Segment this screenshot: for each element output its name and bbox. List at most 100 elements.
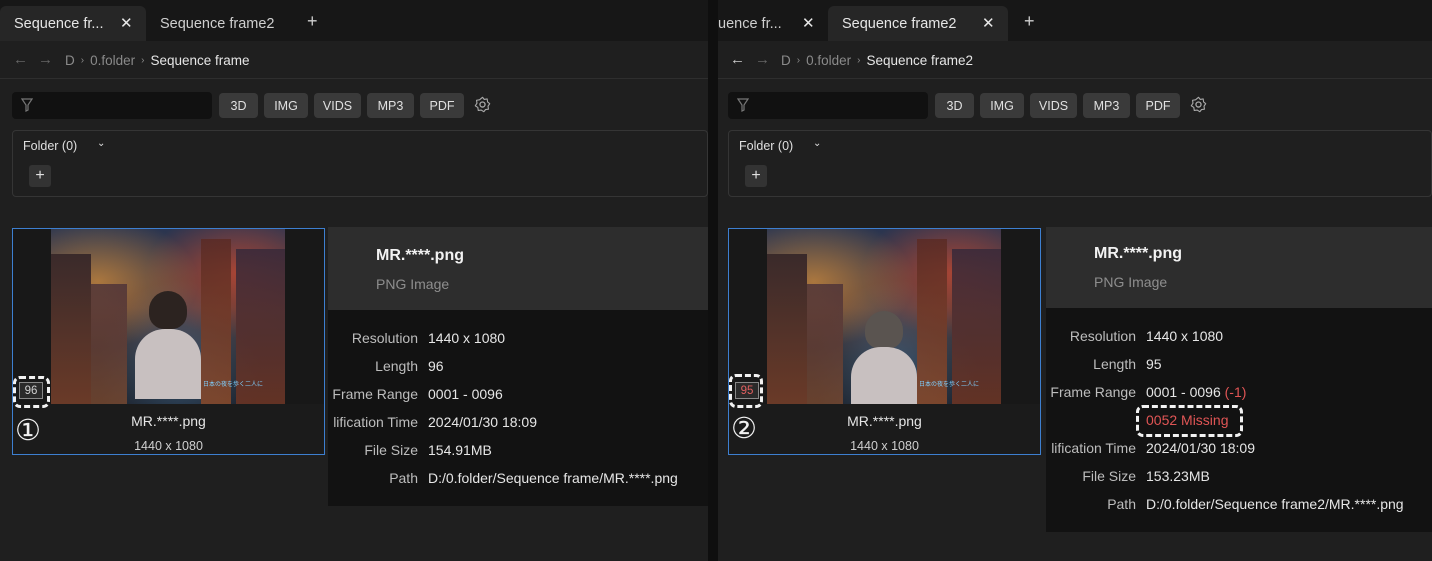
figure-head bbox=[865, 311, 903, 349]
label-wrap: Frame Range bbox=[1046, 384, 1136, 404]
filter-pdf-button[interactable]: PDF bbox=[420, 93, 464, 118]
filter-3d-button[interactable]: 3D bbox=[219, 93, 258, 118]
tab-sequence-frame2[interactable]: Sequence frame2 bbox=[146, 6, 294, 41]
value-resolution: 1440 x 1080 bbox=[428, 330, 506, 346]
label-file-size: File Size bbox=[1082, 468, 1136, 484]
breadcrumb-item[interactable]: D bbox=[781, 53, 791, 68]
file-card[interactable]: 日本の夜を歩く二人に 95 ② MR.****.png 1440 x 1080 bbox=[728, 228, 1041, 455]
folder-label[interactable]: Folder (0) bbox=[23, 139, 77, 153]
thumbnail-caption: 日本の夜を歩く二人に bbox=[203, 382, 264, 388]
forward-arrow-icon[interactable]: → bbox=[38, 51, 53, 68]
value-modification-time: 2024/01/30 18:09 bbox=[1146, 440, 1255, 456]
value-length: 95 bbox=[1146, 356, 1162, 372]
value-path[interactable]: D:/0.folder/Sequence frame/MR.****.png bbox=[428, 470, 678, 486]
filter-img-button[interactable]: IMG bbox=[980, 93, 1024, 118]
building bbox=[807, 284, 843, 404]
filter-icon bbox=[737, 98, 749, 112]
tab-label: uence fr... bbox=[718, 15, 782, 32]
tab-bar: Sequence fr... ✕ Sequence frame2 + bbox=[0, 0, 708, 41]
forward-arrow-icon[interactable]: → bbox=[755, 51, 770, 68]
label-wrap: File Size bbox=[1046, 468, 1136, 488]
chevron-down-icon[interactable]: ⌄ bbox=[813, 138, 821, 149]
filter-icon bbox=[21, 98, 33, 112]
label-resolution: Resolution bbox=[1069, 328, 1136, 344]
breadcrumb: D › 0.folder › Sequence frame2 bbox=[781, 53, 973, 68]
frame-range-diff: (-1) bbox=[1224, 384, 1247, 400]
value-file-size: 154.91MB bbox=[428, 442, 492, 458]
info-title: MR.****.png bbox=[1094, 245, 1182, 262]
building bbox=[51, 254, 91, 404]
plus-icon[interactable]: + bbox=[1024, 11, 1035, 32]
back-arrow-icon[interactable]: ← bbox=[730, 51, 745, 68]
card-resolution: 1440 x 1080 bbox=[134, 439, 203, 453]
label-path: Path bbox=[389, 470, 418, 486]
breadcrumb-item[interactable]: 0.folder bbox=[806, 53, 851, 68]
tab-label: Sequence frame2 bbox=[160, 15, 275, 32]
thumbnail-image: 日本の夜を歩く二人に bbox=[51, 229, 285, 404]
label-wrap: Length bbox=[328, 358, 418, 378]
building bbox=[767, 254, 807, 404]
value-length: 96 bbox=[428, 358, 444, 374]
close-icon[interactable]: ✕ bbox=[982, 14, 995, 32]
file-card[interactable]: 日本の夜を歩く二人に 96 ① MR.****.png 1440 x 1080 bbox=[12, 228, 325, 455]
add-folder-button[interactable]: + bbox=[29, 165, 51, 187]
tab-label: Sequence fr... bbox=[14, 15, 104, 32]
label-wrap: Resolution bbox=[1046, 328, 1136, 348]
gear-icon[interactable] bbox=[474, 96, 491, 113]
tab-sequence-frame2[interactable]: Sequence frame2 ✕ bbox=[828, 6, 1008, 41]
filter-vids-button[interactable]: VIDS bbox=[1030, 93, 1077, 118]
value-path[interactable]: D:/0.folder/Sequence frame2/MR.****.png bbox=[1146, 496, 1404, 512]
value-frame-range: 0001 - 0096 (-1) bbox=[1146, 384, 1246, 400]
breadcrumb: D › 0.folder › Sequence frame bbox=[65, 53, 250, 68]
folder-label[interactable]: Folder (0) bbox=[739, 139, 793, 153]
plus-icon[interactable]: + bbox=[307, 11, 318, 32]
card-file-name: MR.****.png bbox=[131, 413, 206, 429]
filter-3d-button[interactable]: 3D bbox=[935, 93, 974, 118]
filter-pdf-button[interactable]: PDF bbox=[1136, 93, 1180, 118]
back-arrow-icon[interactable]: ← bbox=[13, 51, 28, 68]
search-input[interactable] bbox=[728, 92, 928, 119]
gear-icon[interactable] bbox=[1190, 96, 1207, 113]
tab-label: Sequence frame2 bbox=[842, 15, 957, 32]
filter-vids-button[interactable]: VIDS bbox=[314, 93, 361, 118]
close-icon[interactable]: ✕ bbox=[802, 14, 815, 32]
label-frame-range: Frame Range bbox=[332, 386, 418, 402]
info-file-type: PNG Image bbox=[1094, 274, 1168, 290]
label-resolution: Resolution bbox=[351, 330, 418, 346]
navigation-bar: ← → D › 0.folder › Sequence frame2 bbox=[718, 41, 1432, 79]
info-header: MR.****.png PNG Image bbox=[328, 227, 708, 310]
label-frame-range: Frame Range bbox=[1050, 384, 1136, 400]
chevron-down-icon[interactable]: ⌄ bbox=[97, 138, 105, 149]
filter-mp3-button[interactable]: MP3 bbox=[1083, 93, 1130, 118]
info-file-type: PNG Image bbox=[376, 276, 450, 292]
folder-panel: Folder (0) ⌄ + bbox=[12, 130, 708, 197]
chevron-right-icon: › bbox=[141, 55, 145, 66]
search-input[interactable] bbox=[12, 92, 212, 119]
tab-sequence-frame[interactable]: uence fr... ✕ bbox=[718, 6, 828, 41]
chevron-right-icon: › bbox=[80, 55, 85, 66]
filter-img-button[interactable]: IMG bbox=[264, 93, 308, 118]
info-details: Resolution 1440 x 1080 Length 95 Frame R… bbox=[1046, 308, 1432, 532]
thumbnail-image: 日本の夜を歩く二人に bbox=[767, 229, 1001, 404]
label-modification-time: lification Time bbox=[333, 414, 418, 430]
breadcrumb-item[interactable]: Sequence frame2 bbox=[866, 53, 973, 68]
annotation-highlight bbox=[13, 376, 50, 408]
right-pane: uence fr... ✕ Sequence frame2 ✕ + ← → D … bbox=[718, 0, 1432, 561]
chevron-right-icon: › bbox=[796, 55, 801, 66]
breadcrumb-item[interactable]: D bbox=[65, 53, 75, 68]
label-length: Length bbox=[375, 358, 418, 374]
add-folder-button[interactable]: + bbox=[745, 165, 767, 187]
info-details: Resolution 1440 x 1080 Length 96 Frame R… bbox=[328, 310, 708, 506]
label-wrap: Frame Range bbox=[328, 386, 418, 406]
value-resolution: 1440 x 1080 bbox=[1146, 328, 1224, 344]
filter-mp3-button[interactable]: MP3 bbox=[367, 93, 414, 118]
info-header: MR.****.png PNG Image bbox=[1046, 227, 1432, 308]
value-frame-range: 0001 - 0096 bbox=[428, 386, 503, 402]
tab-sequence-frame[interactable]: Sequence fr... ✕ bbox=[0, 6, 146, 41]
figure-head bbox=[149, 291, 187, 329]
figure-body bbox=[135, 329, 201, 399]
breadcrumb-item[interactable]: Sequence frame bbox=[150, 53, 249, 68]
card-file-name: MR.****.png bbox=[847, 413, 922, 429]
close-icon[interactable]: ✕ bbox=[120, 14, 133, 32]
breadcrumb-item[interactable]: 0.folder bbox=[90, 53, 135, 68]
